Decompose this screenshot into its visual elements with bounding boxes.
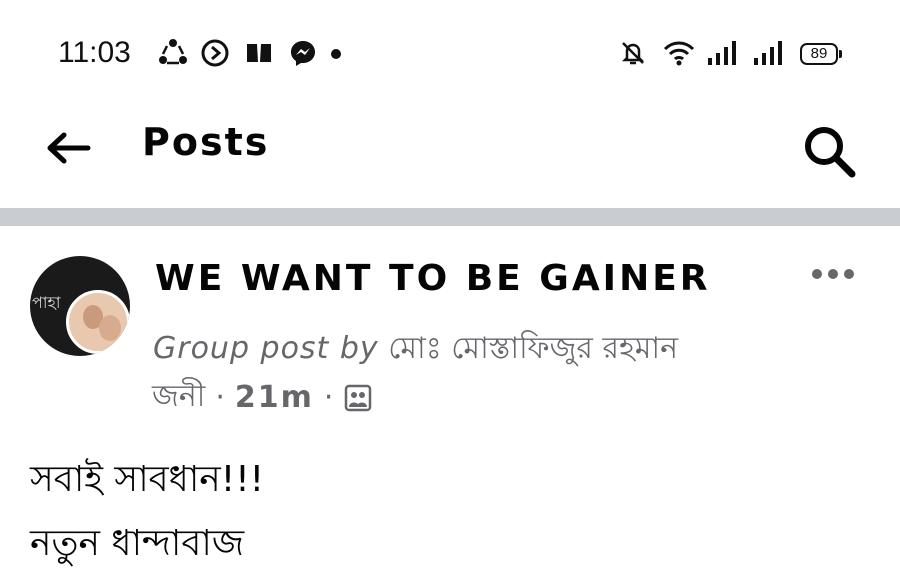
meta-separator: · (215, 380, 225, 415)
messenger-icon (291, 41, 315, 66)
post-meta-line1: Group post by মোঃ মোস্তাফিজুর রহমান (153, 324, 678, 375)
group-photo-icon (345, 384, 372, 411)
post-card: পাহা WE WANT TO BE GAINER Group post by … (0, 226, 900, 580)
app-bar: Posts (0, 100, 900, 208)
book-icon (247, 44, 271, 62)
play-circle-icon (201, 39, 229, 67)
signal-icon (708, 41, 736, 65)
section-divider (0, 208, 900, 226)
post-text-line-2: নতুন ধান্দাবাজ (30, 523, 245, 564)
status-time: 11:03 (58, 36, 131, 69)
page-title: Posts (142, 120, 270, 164)
wifi-icon (663, 41, 695, 66)
post-text-line: সবাই সাবধান!!! (30, 459, 265, 500)
group-post-by-label: Group post by (153, 331, 379, 366)
more-options-button[interactable] (808, 262, 858, 286)
more-dot-icon (844, 269, 854, 279)
search-icon[interactable] (800, 122, 858, 180)
post-time[interactable]: 21m (235, 380, 314, 415)
avatar-face-2 (99, 315, 121, 341)
group-name-link[interactable]: WE WANT TO BE GAINER (155, 258, 711, 299)
signal-icon-2 (754, 41, 782, 65)
author-name-link[interactable]: মোঃ মোস্তাফিজুর রহমান (388, 331, 678, 366)
bell-off-icon (621, 42, 645, 65)
more-dot-icon (828, 269, 838, 279)
post-meta-line2: জনী · 21m · (152, 372, 373, 423)
author-avatar (66, 290, 130, 354)
more-dot-icon (812, 269, 822, 279)
group-avatar[interactable]: পাহা (30, 256, 130, 356)
author-name-cont[interactable]: জনী (152, 372, 205, 423)
meta-separator-2: · (323, 380, 334, 415)
notification-dot (331, 49, 341, 59)
battery-indicator: 89 (800, 43, 842, 65)
avatar-text: পাহা (32, 293, 61, 312)
share-icon (159, 39, 187, 65)
status-bar: 11:03 89 (0, 0, 900, 100)
back-arrow-icon[interactable] (44, 128, 94, 168)
